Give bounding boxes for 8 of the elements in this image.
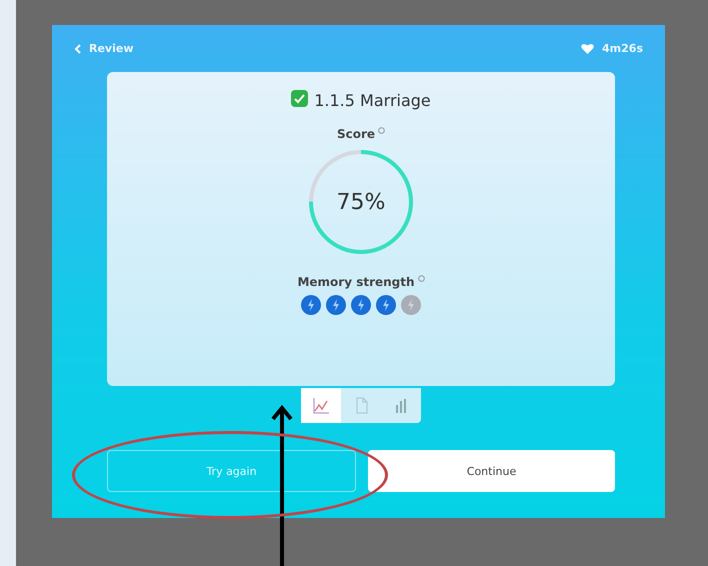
back-link[interactable]: Review: [89, 42, 134, 55]
try-again-button[interactable]: Try again: [107, 450, 356, 492]
memory-strength-label: Memory strength: [297, 275, 415, 289]
score-label: Score: [336, 127, 376, 141]
timer-text: 4m26s: [602, 42, 643, 55]
lesson-title: 1.1.5 Marriage: [314, 91, 431, 110]
continue-button[interactable]: Continue: [368, 450, 615, 492]
score-value: 75%: [336, 190, 386, 214]
